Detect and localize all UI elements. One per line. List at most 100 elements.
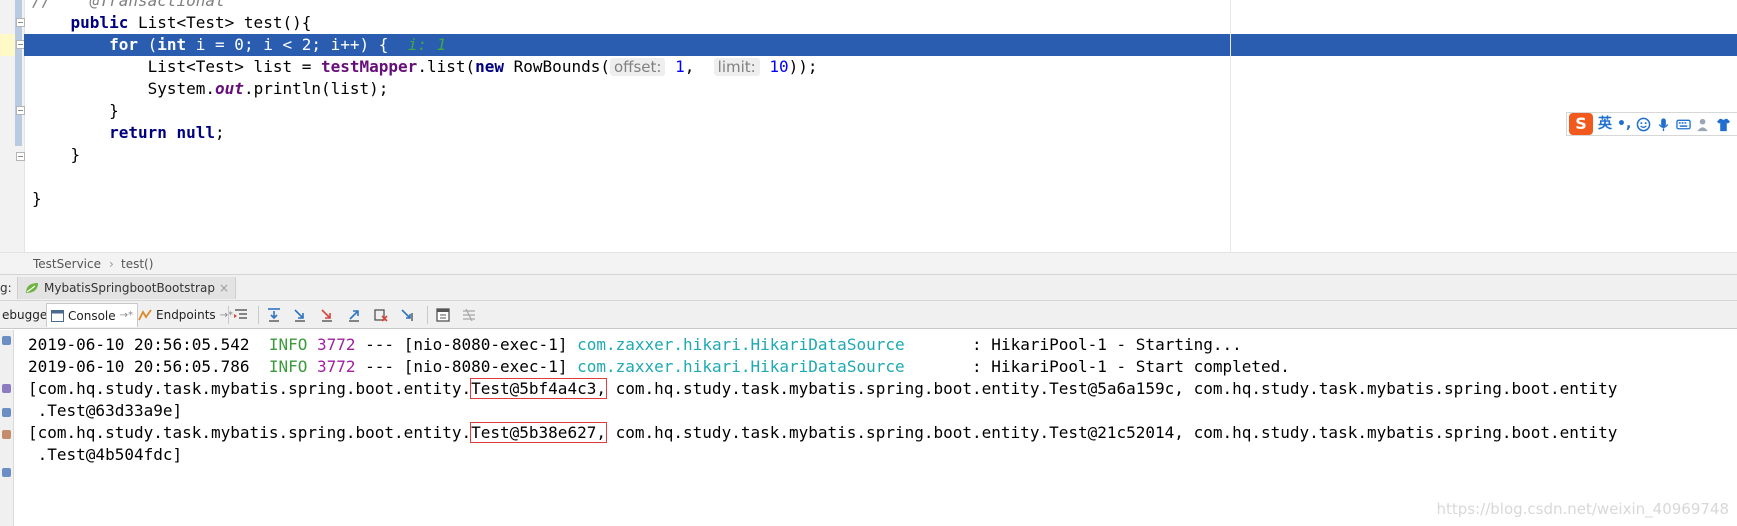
log-timestamp: 2019-06-10 20:56:05.542 [28,335,250,354]
code-line-for-close[interactable]: } [32,100,119,122]
endpoints-icon [138,309,152,321]
close-tab-icon[interactable]: × [219,281,229,295]
field-token: testMapper [320,57,418,76]
debug-toolbar: ebugger Console →* Endpoints →* [0,301,1737,329]
code-line-return[interactable]: return null; [32,122,225,144]
spring-leaf-icon [26,283,38,293]
microphone-icon[interactable] [1656,117,1671,132]
breadcrumb: TestService › test() [0,252,1737,274]
console-side-toolbar[interactable] [0,330,14,526]
log-line[interactable]: 2019-06-10 20:56:05.786 INFO 3772 --- [n… [28,356,1290,378]
code-token: , [684,57,695,76]
code-line-method-close[interactable]: } [32,144,81,166]
console-gutter-icon[interactable] [2,430,11,439]
highlighted-object-id: Test@5bf4a4c3, [470,378,607,399]
caret-line-marker [0,34,15,56]
code-token: )); [788,57,818,76]
log-level: INFO [268,335,308,354]
run-to-cursor-icon[interactable] [399,306,417,324]
code-token: System. [147,79,216,98]
tab-endpoints[interactable]: Endpoints →* [134,303,237,327]
code-line-annotation[interactable]: // @Transactional [32,0,225,12]
keyword-token: public [70,13,129,32]
show-execution-point-icon[interactable] [232,306,250,324]
keyword-token: null [176,123,216,142]
parameter-hint-limit: limit: [713,58,760,76]
log-logger[interactable]: com.zaxxer.hikari.HikariDataSource [577,335,905,354]
output-text: com.hq.study.task.mybatis.spring.boot.en… [605,379,1618,398]
right-margin-guide [1230,0,1231,252]
keyword-token: return [109,123,167,142]
toolbar-separator [427,306,428,324]
code-token: .println(list); [243,79,389,98]
output-line-continued[interactable]: .Test@4b504fdc] [28,444,183,466]
code-line-for[interactable]: for (int i = 0; i < 2; i++) { i: 1 [32,34,446,56]
ime-toolbar[interactable]: S 英 •, [1566,112,1737,136]
code-token: } [70,145,81,164]
method-signature: List<Test> test(){ [128,13,312,32]
code-editor[interactable]: // @Transactional public List<Test> test… [0,0,1737,252]
console-gutter-icon[interactable] [2,384,11,393]
output-line[interactable]: [com.hq.study.task.mybatis.spring.boot.e… [28,378,1617,400]
code-token: List<Test> list = [147,57,321,76]
output-line[interactable]: [com.hq.study.task.mybatis.spring.boot.e… [28,422,1617,444]
code-token: ( [137,35,158,54]
fold-marker-method[interactable] [16,18,25,27]
tab-endpoints-label: Endpoints [156,308,216,322]
keyword-token: new [475,57,505,76]
step-over-icon[interactable] [265,306,283,324]
output-text: .Test@4b504fdc] [28,445,183,464]
console-gutter-icon[interactable] [2,336,11,345]
shirt-icon[interactable] [1716,117,1731,132]
code-token: ; [215,123,225,142]
tab-console[interactable]: Console →* [46,303,139,327]
log-thread: --- [nio-8080-exec-1] [355,335,578,354]
code-line-method[interactable]: public List<Test> test(){ [32,12,312,34]
console-icon [51,309,64,322]
drop-frame-icon[interactable] [372,306,390,324]
code-line-class-close[interactable]: } [32,188,42,210]
toolbar-separator [228,306,229,324]
smile-icon[interactable] [1636,117,1651,132]
log-level: INFO [268,357,308,376]
step-into-icon[interactable] [291,306,309,324]
log-timestamp: 2019-06-10 20:56:05.786 [28,357,250,376]
trace-stream-icon[interactable] [460,306,478,324]
code-token: i = 0; i < 2; i++) { [186,35,408,54]
console-gutter-icon[interactable] [2,468,11,477]
code-token: } [109,101,119,120]
breadcrumb-method[interactable]: test() [121,253,153,275]
tab-console-label: Console [68,308,116,323]
log-message: : HikariPool-1 - Start completed. [904,357,1290,376]
run-config-tab[interactable]: MybatisSpringbootBootstrap × [17,277,236,299]
breadcrumb-class[interactable]: TestService [33,253,101,275]
log-pid: 3772 [317,335,356,354]
run-tool-window-header: g: MybatisSpringbootBootstrap × [0,274,1737,301]
evaluate-expression-icon[interactable] [434,306,452,324]
log-thread: --- [nio-8080-exec-1] [355,357,578,376]
sogou-logo-icon[interactable]: S [1569,113,1593,135]
watermark: https://blog.csdn.net/weixin_40969748 [1436,500,1729,518]
keyboard-icon[interactable] [1676,117,1691,132]
log-logger[interactable]: com.zaxxer.hikari.HikariDataSource [577,357,905,376]
console-gutter-icon[interactable] [2,408,11,417]
code-line-list[interactable]: List<Test> list = testMapper.list(new Ro… [32,56,818,78]
force-step-into-icon[interactable] [318,306,336,324]
parameter-hint-offset: offset: [609,58,666,76]
ime-punctuation-toggle[interactable]: •, [1617,113,1631,135]
comment-token: // @Transactional [32,0,225,10]
step-out-icon[interactable] [345,306,363,324]
log-line[interactable]: 2019-06-10 20:56:05.542 INFO 3772 --- [n… [28,334,1242,356]
pin-icon[interactable]: →* [120,310,133,321]
code-token: .list( [417,57,476,76]
output-line-continued[interactable]: .Test@63d33a9e] [28,400,183,422]
output-text: [com.hq.study.task.mybatis.spring.boot.e… [28,379,472,398]
static-field-token: out [215,79,244,98]
output-text: [com.hq.study.task.mybatis.spring.boot.e… [28,423,472,442]
code-line-println[interactable]: System.out.println(list); [32,78,389,100]
fold-marker-method-end[interactable] [16,152,25,161]
fold-marker-for-end[interactable] [16,106,25,115]
console-output[interactable]: 2019-06-10 20:56:05.542 INFO 3772 --- [n… [0,330,1737,526]
person-icon[interactable] [1696,117,1711,132]
ime-language-toggle[interactable]: 英 [1598,113,1612,135]
